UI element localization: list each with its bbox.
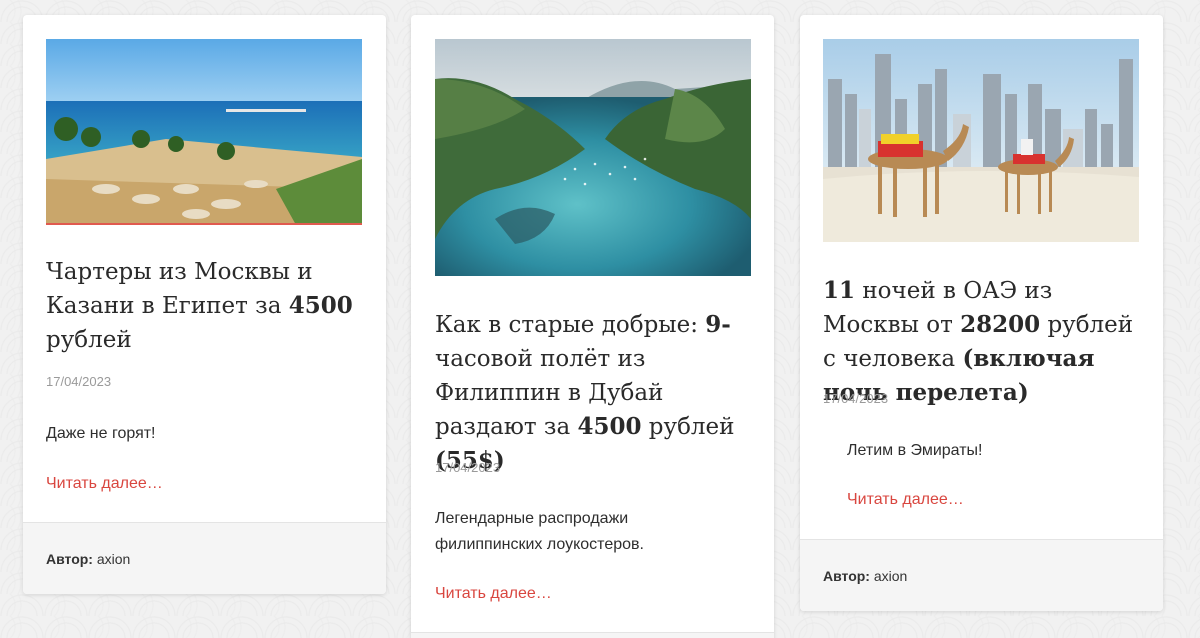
- read-more-link-2[interactable]: Читать далее…: [435, 585, 552, 603]
- author-label: Автор:: [46, 551, 93, 567]
- read-more-link-3[interactable]: Читать далее…: [847, 491, 964, 509]
- post-image-1[interactable]: [46, 39, 362, 225]
- post-card-1: Чартеры из Москвы и Казани в Египет за 4…: [23, 15, 386, 594]
- post-footer-2: [411, 632, 774, 638]
- post-card-3: 11 ночей в ОАЭ из Москвы от 28200 рублей…: [800, 15, 1163, 611]
- post-excerpt-3: Летим в Эмираты!: [847, 442, 983, 459]
- post-image-3[interactable]: [823, 39, 1139, 242]
- post-card-2: Как в старые добрые: 9-часовой полёт из …: [411, 15, 774, 638]
- post-date-3: 17/04/2023: [823, 391, 889, 406]
- post-date-1: 17/04/2023: [46, 374, 112, 389]
- post-title-2[interactable]: Как в старые добрые: 9-часовой полёт из …: [435, 308, 760, 478]
- post-title-3[interactable]: 11 ночей в ОАЭ из Москвы от 28200 рублей…: [823, 274, 1151, 410]
- author-name[interactable]: axion: [97, 551, 130, 567]
- post-excerpt-2: Легендарные распродажи филиппинских лоук…: [435, 510, 644, 553]
- post-footer-3: Автор: axion: [800, 539, 1163, 611]
- author-label: Автор:: [823, 568, 870, 584]
- post-date-2: 17/04/2023: [435, 460, 501, 475]
- post-image-2[interactable]: [435, 39, 751, 276]
- read-more-link-1[interactable]: Читать далее…: [46, 475, 163, 493]
- author-name[interactable]: axion: [874, 568, 907, 584]
- post-footer-1: Автор: axion: [23, 522, 386, 594]
- post-title-1[interactable]: Чартеры из Москвы и Казани в Египет за 4…: [46, 255, 366, 357]
- post-excerpt-1: Даже не горят!: [46, 425, 156, 442]
